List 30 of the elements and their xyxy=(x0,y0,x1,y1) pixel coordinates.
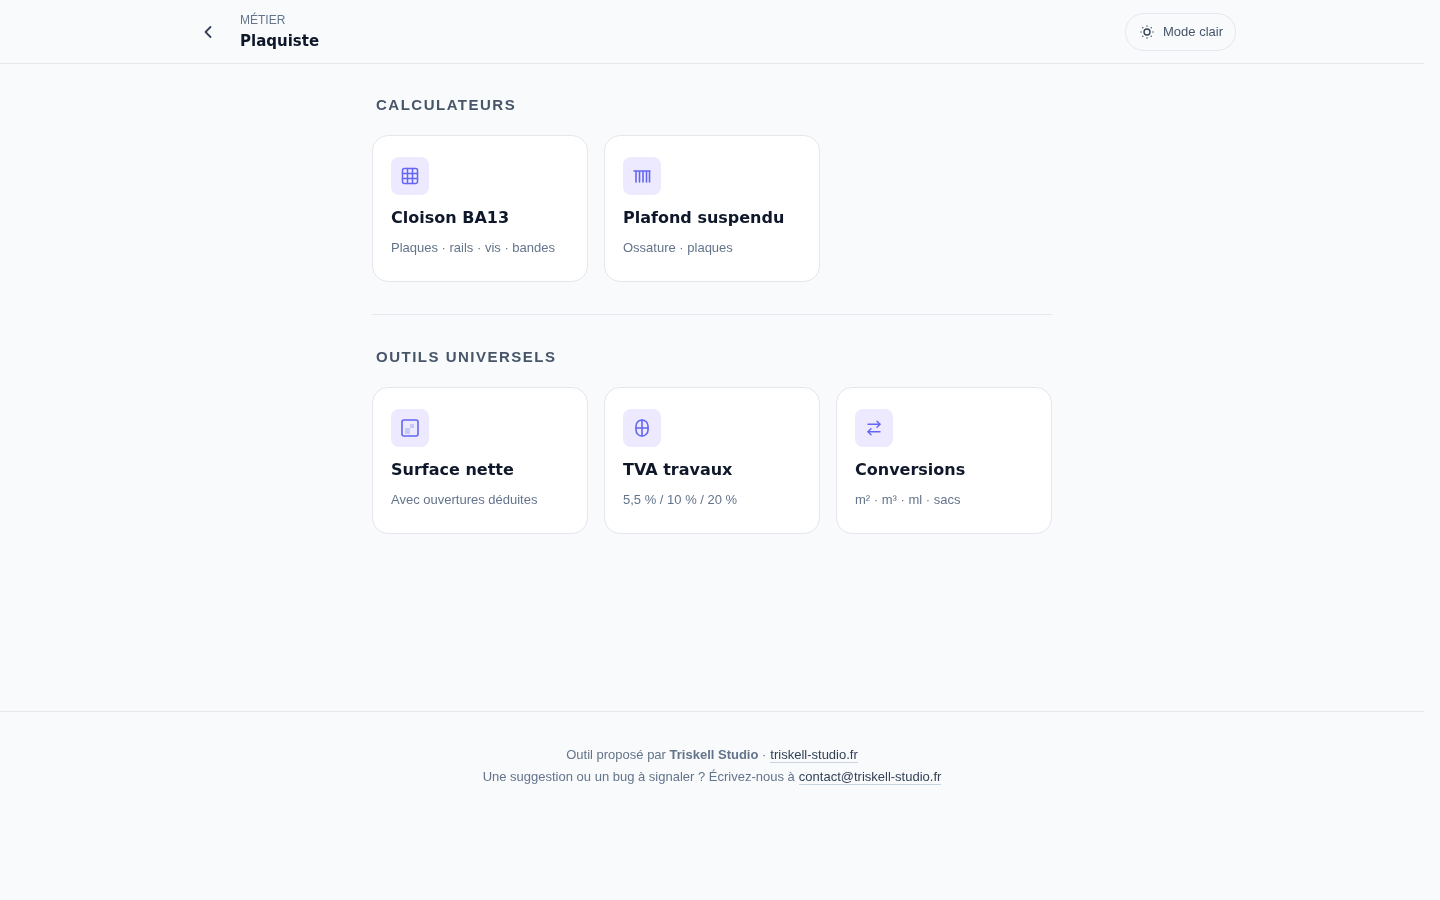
card-subtitle: Avec ouvertures déduites xyxy=(391,491,538,509)
swap-arrows-icon xyxy=(865,419,883,437)
theme-toggle-button[interactable]: Mode clair xyxy=(1125,12,1236,51)
card-title: Surface nette xyxy=(391,459,514,481)
grid-icon xyxy=(400,166,420,186)
website-link[interactable]: triskell-studio.fr xyxy=(770,747,858,763)
tool-card[interactable]: Plafond suspendu Ossature · plaques xyxy=(604,135,820,282)
card-title: Cloison BA13 xyxy=(391,207,510,229)
section-heading: OUTILS UNIVERSELS xyxy=(376,348,557,366)
ceiling-rail-icon xyxy=(633,169,651,183)
card-title: Conversions xyxy=(855,459,966,481)
sun-icon xyxy=(1138,22,1157,41)
section-heading: CALCULATEURS xyxy=(376,96,517,114)
page-eyebrow: MÉTIER xyxy=(240,12,287,28)
card-subtitle: 5,5 % / 10 % / 20 % xyxy=(623,491,738,509)
card-title: Plafond suspendu xyxy=(623,207,785,229)
page-title: Plaquiste xyxy=(240,31,320,51)
card-subtitle: Ossature · plaques xyxy=(623,239,733,257)
tool-card[interactable]: Surface nette Avec ouvertures déduites xyxy=(372,387,588,534)
card-title: TVA travaux xyxy=(623,459,733,481)
card-subtitle: Plaques · rails · vis · bandes xyxy=(391,239,555,257)
footer-credit: Outil proposé par Triskell Studio · triskell-studio.fr xyxy=(566,746,858,765)
email-link[interactable]: contact@triskell-studio.fr xyxy=(798,769,942,785)
tool-card[interactable]: TVA travaux 5,5 % / 10 % / 20 % xyxy=(604,387,820,534)
tool-card[interactable]: Cloison BA13 Plaques · rails · vis · bandes xyxy=(372,135,588,282)
card-subtitle: m² · m³ · ml · sacs xyxy=(855,491,961,509)
square-area-icon xyxy=(401,419,419,437)
footer-contact: Une suggestion ou un bug à signaler ? Écrivez-nous à contact@triskell-studio.fr xyxy=(482,768,942,787)
tool-card[interactable]: Conversions m² · m³ · ml · sacs xyxy=(836,387,1052,534)
cylinder-icon xyxy=(634,419,650,437)
